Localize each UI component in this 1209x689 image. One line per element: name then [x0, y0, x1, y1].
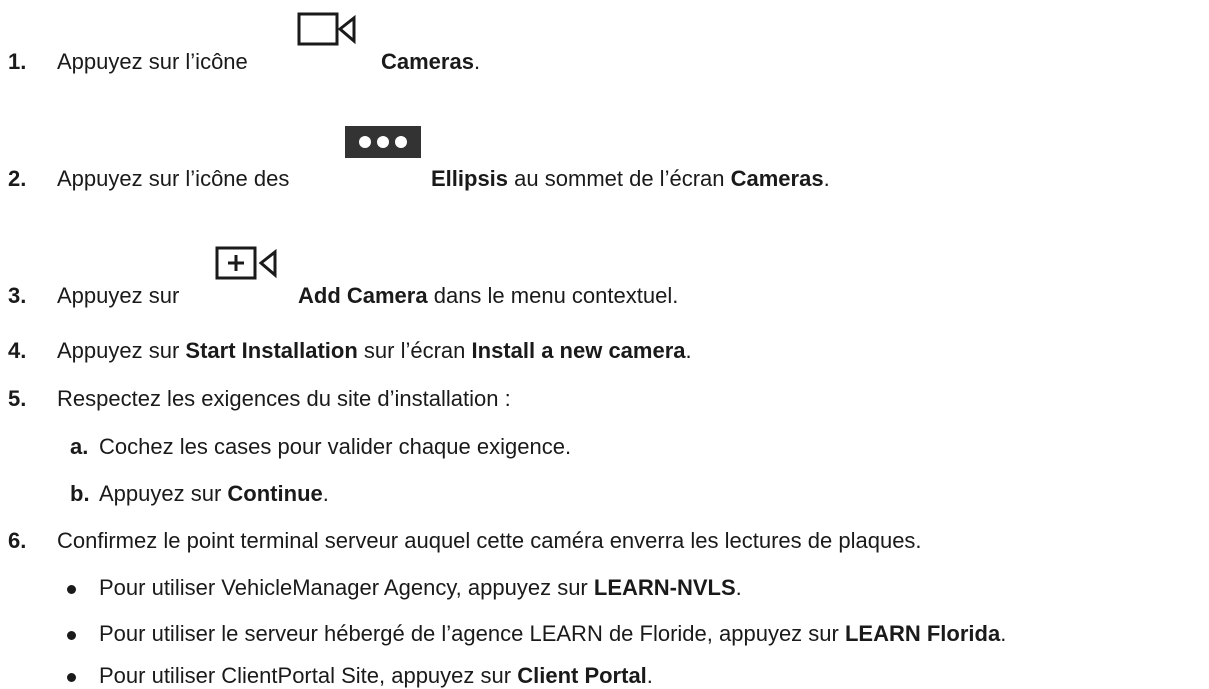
add-camera-icon [215, 246, 277, 280]
bullet-text-rich: Pour utiliser le serveur hébergé de l’ag… [99, 621, 1007, 646]
step-text-rich: Appuyez sur Start Installation sur l’écr… [57, 338, 692, 363]
step-number: 5. [8, 386, 27, 411]
substep-letter: b. [70, 481, 90, 506]
bullet-text-rich: Pour utiliser VehicleManager Agency, app… [99, 575, 742, 600]
ellipsis-icon [345, 126, 421, 158]
step-number: 6. [8, 528, 27, 553]
step-text: Appuyez sur [57, 283, 180, 308]
step-text-rich: Add Camera dans le menu contextuel. [298, 283, 679, 308]
bullet-dot [67, 673, 76, 682]
step-text: Appuyez sur l’icône [57, 49, 248, 74]
substep-text-rich: Appuyez sur Continue. [99, 481, 329, 506]
step-number: 2. [8, 166, 27, 191]
step-text: Confirmez le point terminal serveur auqu… [57, 528, 922, 553]
video-camera-icon [297, 12, 356, 46]
bullet-dot [67, 631, 76, 640]
step-number: 3. [8, 283, 27, 308]
step-text: Respectez les exigences du site d’instal… [57, 386, 511, 411]
step-text: Appuyez sur l’icône des [57, 166, 290, 191]
substep-letter: a. [70, 434, 89, 459]
bullet-text-rich: Pour utiliser ClientPortal Site, appuyez… [99, 663, 653, 688]
step-number: 4. [8, 338, 27, 363]
bullet-dot [67, 585, 76, 594]
step-number: 1. [8, 49, 27, 74]
step-text-bold: Cameras. [381, 49, 481, 74]
substep-text: Cochez les cases pour valider chaque exi… [99, 434, 572, 459]
step-text-rich: Ellipsis au sommet de l’écran Cameras. [431, 166, 830, 191]
